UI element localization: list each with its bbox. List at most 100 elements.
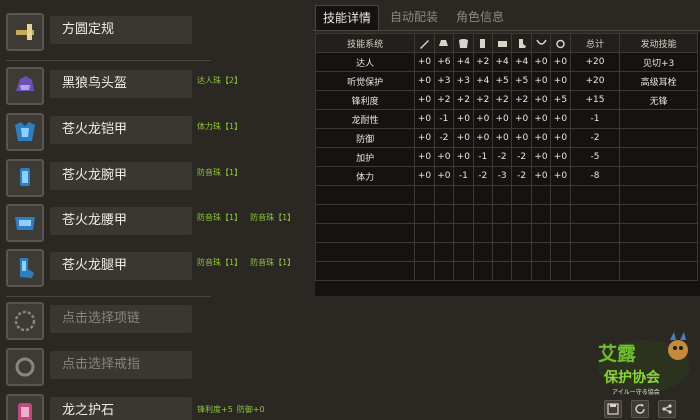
activated-skill-cell: 高级耳栓 bbox=[619, 71, 698, 91]
equip-name[interactable]: 方圆定规 bbox=[50, 16, 192, 44]
skill-point-cell: +0 bbox=[550, 166, 571, 186]
skill-point-cell: +0 bbox=[472, 128, 493, 148]
activated-skill-cell: 见切+3 bbox=[619, 52, 698, 72]
skill-point-cell: +0 bbox=[414, 147, 435, 167]
table-row: 防御 +0 -2 +0 +0 +0 +0 +0 +0 -2 bbox=[314, 128, 698, 148]
skill-point-cell: +0 bbox=[550, 147, 571, 167]
skill-point-cell: +4 bbox=[491, 52, 513, 72]
equip-slot-legs[interactable]: 苍火龙腿甲 防音珠【1】 防音珠【1】 bbox=[6, 249, 306, 289]
skill-point-cell: +0 bbox=[453, 109, 474, 129]
skill-point-cell: +0 bbox=[530, 166, 552, 186]
equip-slot-talisman[interactable]: 龙之护石 锋利度+5 防御+0 bbox=[6, 394, 306, 420]
skill-point-cell: +4 bbox=[472, 71, 493, 91]
skill-point-cell: +2 bbox=[433, 90, 455, 110]
skill-point-cell: +0 bbox=[550, 109, 571, 129]
equip-slot-chest[interactable]: 苍火龙铠甲 体力珠【1】 bbox=[6, 113, 306, 153]
equip-slot-arms[interactable]: 苍火龙腕甲 防音珠【1】 bbox=[6, 159, 306, 199]
share-button[interactable] bbox=[658, 400, 676, 418]
skill-total-cell: -5 bbox=[569, 147, 621, 167]
skill-point-cell: +0 bbox=[530, 147, 552, 167]
jewel-list: 锋利度+5 防御+0 bbox=[197, 404, 273, 415]
skill-system-name: 龙耐性 bbox=[314, 109, 416, 129]
equip-slot-necklace[interactable]: 点击选择项链 bbox=[6, 302, 306, 342]
skill-point-cell: +5 bbox=[491, 71, 513, 91]
skill-point-cell: -1 bbox=[453, 166, 474, 186]
equip-name[interactable]: 苍火龙腕甲 bbox=[50, 162, 192, 190]
equip-name[interactable]: 苍火龙铠甲 bbox=[50, 116, 192, 144]
skill-point-cell: +0 bbox=[414, 71, 435, 91]
equip-name[interactable]: 苍火龙腰甲 bbox=[50, 207, 192, 235]
skill-point-cell: +6 bbox=[433, 52, 455, 72]
skill-point-cell: -1 bbox=[472, 147, 493, 167]
skill-point-cell: +0 bbox=[453, 147, 474, 167]
skill-point-cell: +0 bbox=[414, 52, 435, 72]
skill-system-name: 体力 bbox=[314, 166, 416, 186]
gauntlet-icon bbox=[6, 159, 44, 197]
gauntlet-icon bbox=[472, 33, 493, 53]
skill-system-name: 听觉保护 bbox=[314, 71, 416, 91]
tab-char-info[interactable]: 角色信息 bbox=[449, 5, 511, 30]
waist-armor-icon bbox=[6, 204, 44, 242]
skill-point-cell: -2 bbox=[511, 166, 532, 186]
skill-system-name: 锋利度 bbox=[314, 90, 416, 110]
skill-point-cell: +0 bbox=[511, 128, 532, 148]
tab-skill-details[interactable]: 技能详情 bbox=[315, 5, 380, 30]
talisman-stat: 防御+0 bbox=[236, 405, 265, 414]
jewel-list: 体力珠【1】 bbox=[197, 121, 250, 132]
equip-name[interactable]: 点击选择项链 bbox=[50, 305, 192, 333]
jewel: 防音珠【1】 bbox=[250, 213, 296, 222]
skill-point-cell: -2 bbox=[511, 147, 532, 167]
skill-point-cell: +2 bbox=[472, 90, 493, 110]
skill-point-cell: -2 bbox=[433, 128, 455, 148]
skill-point-cell: +3 bbox=[433, 71, 455, 91]
table-row: 听觉保护 +0 +3 +3 +4 +5 +5 +0 +0 +20 高级耳栓 bbox=[314, 71, 698, 91]
skill-point-cell: +0 bbox=[433, 166, 455, 186]
table-row: 体力 +0 +0 -1 -2 -3 -2 +0 +0 -8 bbox=[314, 166, 698, 186]
skill-system-name: 达人 bbox=[314, 52, 416, 72]
talisman-stat: 锋利度+5 bbox=[197, 405, 233, 414]
skill-point-cell: +0 bbox=[414, 166, 435, 186]
talisman-icon bbox=[6, 394, 44, 420]
skill-point-cell: +4 bbox=[511, 52, 532, 72]
jewel-list: 达人珠【2】 bbox=[197, 75, 250, 86]
skill-point-cell: +0 bbox=[550, 128, 571, 148]
equip-name[interactable]: 黑狼鸟头盔 bbox=[50, 70, 192, 98]
activated-skill-cell bbox=[619, 147, 698, 167]
skill-total-cell: +20 bbox=[569, 52, 621, 72]
equip-slot-weapon[interactable]: 方圆定规 bbox=[6, 13, 306, 53]
tab-auto-equip[interactable]: 自动配装 bbox=[383, 5, 445, 30]
save-icon bbox=[607, 400, 619, 419]
refresh-button[interactable] bbox=[631, 400, 649, 418]
equip-slot-head[interactable]: 黑狼鸟头盔 达人珠【2】 bbox=[6, 67, 306, 107]
equip-name[interactable]: 苍火龙腿甲 bbox=[50, 252, 192, 280]
equipment-column: 方圆定规 黑狼鸟头盔 达人珠【2】 苍火龙铠甲 体力珠【1】 苍火龙腕甲 防音珠… bbox=[0, 0, 300, 420]
logo-line2: 保护协会 bbox=[603, 369, 661, 386]
skill-point-cell: +3 bbox=[453, 71, 474, 91]
jewel-list: 防音珠【1】 防音珠【1】 bbox=[197, 212, 303, 223]
skill-point-cell: +0 bbox=[530, 71, 552, 91]
skill-point-cell: +4 bbox=[453, 52, 474, 72]
equip-name[interactable]: 点击选择戒指 bbox=[50, 351, 192, 379]
table-row: 龙耐性 +0 -1 +0 +0 +0 +0 +0 +0 -1 bbox=[314, 109, 698, 129]
header-total: 总计 bbox=[569, 33, 621, 53]
skill-total-cell: -2 bbox=[569, 128, 621, 148]
skill-point-cell: +2 bbox=[511, 90, 532, 110]
skill-point-cell: +2 bbox=[472, 52, 493, 72]
jewel: 防音珠【1】 bbox=[197, 213, 243, 222]
skill-point-cell: +2 bbox=[453, 90, 474, 110]
equip-slot-ring[interactable]: 点击选择戒指 bbox=[6, 348, 306, 388]
divider bbox=[6, 60, 211, 61]
skill-total-cell: -8 bbox=[569, 166, 621, 186]
necklace-icon bbox=[530, 33, 552, 53]
weapon-icon bbox=[414, 33, 435, 53]
helmet-icon bbox=[6, 67, 44, 105]
skill-total-cell: +15 bbox=[569, 90, 621, 110]
save-button[interactable] bbox=[604, 400, 622, 418]
divider bbox=[6, 296, 211, 297]
skill-point-cell: -2 bbox=[491, 147, 513, 167]
header-skill-system: 技能系统 bbox=[314, 33, 416, 53]
skill-point-cell: +0 bbox=[550, 71, 571, 91]
skill-point-cell: -3 bbox=[491, 166, 513, 186]
equip-slot-waist[interactable]: 苍火龙腰甲 防音珠【1】 防音珠【1】 bbox=[6, 204, 306, 244]
equip-name[interactable]: 龙之护石 bbox=[50, 397, 192, 420]
